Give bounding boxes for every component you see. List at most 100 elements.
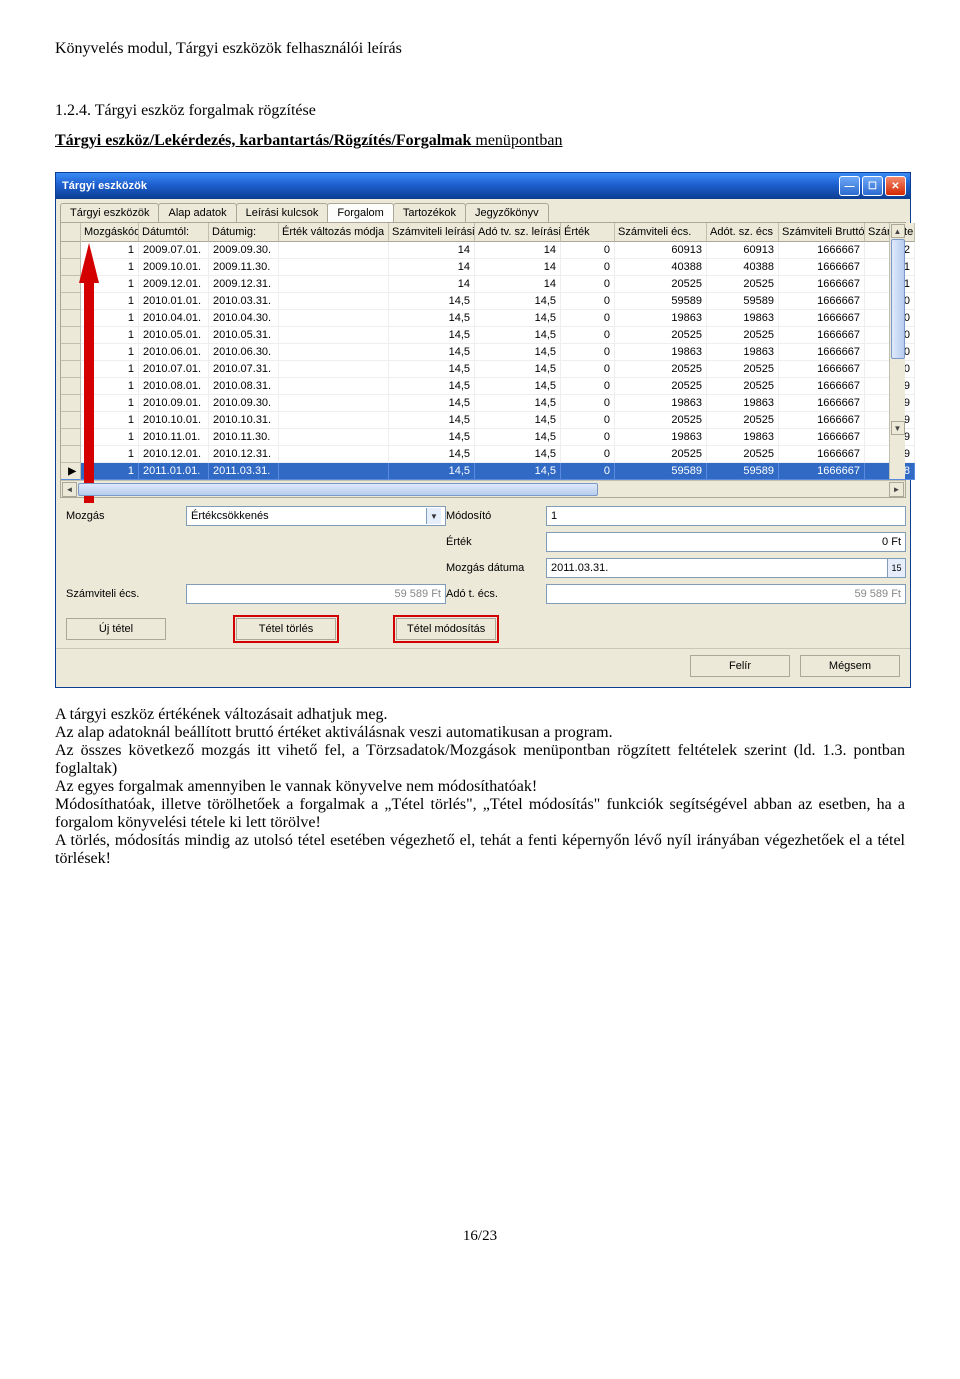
grid-cell: 60913 <box>707 242 779 259</box>
scroll-v-thumb[interactable] <box>891 239 905 359</box>
table-row[interactable]: 12009.12.01.2009.12.31.14140205252052516… <box>61 276 905 293</box>
horizontal-scrollbar[interactable]: ◄ ► <box>61 480 905 497</box>
close-button[interactable]: ✕ <box>885 176 906 196</box>
body-p1: A tárgyi eszköz értékének változásait ad… <box>55 706 905 724</box>
section-menu-path: Tárgyi eszköz/Lekérdezés, karbantartás/R… <box>55 132 905 150</box>
grid-cell: 20525 <box>707 378 779 395</box>
grid-col-header[interactable]: Mozgáskód <box>81 223 139 242</box>
table-row[interactable]: 12009.10.01.2009.11.30.14140403884038816… <box>61 259 905 276</box>
grid-cell <box>279 361 389 378</box>
grid-cell: 1666667 <box>779 361 865 378</box>
titlebar[interactable]: Tárgyi eszközök — ☐ ✕ <box>56 173 910 199</box>
table-row[interactable]: ▶12011.01.01.2011.03.31.14,514,505958959… <box>61 463 905 480</box>
scroll-left-button[interactable]: ◄ <box>62 482 77 497</box>
modify-item-button[interactable]: Tétel módosítás <box>396 618 496 640</box>
table-row[interactable]: 12010.10.01.2010.10.31.14,514,5020525205… <box>61 412 905 429</box>
table-row[interactable]: 12010.11.01.2010.11.30.14,514,5019863198… <box>61 429 905 446</box>
write-button[interactable]: Felír <box>690 655 790 677</box>
ertek-input[interactable]: 0 Ft <box>546 532 906 552</box>
grid-cell: 14,5 <box>475 378 561 395</box>
grid-cell: 2009.10.01. <box>139 259 209 276</box>
grid-cell <box>61 412 81 429</box>
grid-cell: 0 <box>561 344 615 361</box>
grid-col-header[interactable]: Dátumtól: <box>139 223 209 242</box>
grid-cell: 2010.08.31. <box>209 378 279 395</box>
data-grid[interactable]: MozgáskódDátumtól:Dátumig:Érték változás… <box>60 222 906 498</box>
grid-col-header[interactable]: Dátumig: <box>209 223 279 242</box>
grid-col-header[interactable]: Adó tv. sz. leírási % <box>475 223 561 242</box>
grid-cell <box>279 242 389 259</box>
grid-cell <box>279 327 389 344</box>
grid-cell: 14 <box>389 276 475 293</box>
table-row[interactable]: 12010.07.01.2010.07.31.14,514,5020525205… <box>61 361 905 378</box>
section-menu-path-bold: Tárgyi eszköz/Lekérdezés, karbantartás/R… <box>55 132 471 149</box>
action-button-row: Új tétel Tétel törlés Tétel módosítás <box>56 614 910 648</box>
adot-ecs-value: 59 589 Ft <box>551 588 901 600</box>
grid-cell: 40388 <box>615 259 707 276</box>
grid-cell: 2010.04.01. <box>139 310 209 327</box>
grid-cell: 0 <box>561 327 615 344</box>
grid-col-header[interactable]: Érték <box>561 223 615 242</box>
table-row[interactable]: 12010.08.01.2010.08.31.14,514,5020525205… <box>61 378 905 395</box>
grid-cell <box>279 259 389 276</box>
cancel-button[interactable]: Mégsem <box>800 655 900 677</box>
grid-col-header[interactable]: Számviteli Bruttó <box>779 223 865 242</box>
grid-cell: 19863 <box>707 344 779 361</box>
table-row[interactable]: 12009.07.01.2009.09.30.14140609136091316… <box>61 242 905 259</box>
grid-cell: 1666667 <box>779 378 865 395</box>
grid-col-header[interactable]: Számviteli écs. <box>615 223 707 242</box>
table-row[interactable]: 12010.04.01.2010.04.30.14,514,5019863198… <box>61 310 905 327</box>
grid-cell <box>61 259 81 276</box>
vertical-scrollbar[interactable]: ▲ ▼ <box>889 223 905 479</box>
grid-cell: 0 <box>561 259 615 276</box>
body-p2: Az alap adatoknál beállított bruttó érté… <box>55 724 905 742</box>
table-row[interactable]: 12010.01.01.2010.03.31.14,514,5059589595… <box>61 293 905 310</box>
delete-item-button[interactable]: Tétel törlés <box>236 618 336 640</box>
table-row[interactable]: 12010.09.01.2010.09.30.14,514,5019863198… <box>61 395 905 412</box>
grid-cell: 2010.03.31. <box>209 293 279 310</box>
tab-jegyzokonyv[interactable]: Jegyzőkönyv <box>465 203 549 222</box>
maximize-button[interactable]: ☐ <box>862 176 883 196</box>
grid-cell: 1 <box>81 429 139 446</box>
szamviteli-ecs-input: 59 589 Ft <box>186 584 446 604</box>
calendar-icon[interactable]: 15 <box>888 558 906 578</box>
grid-cell: 14,5 <box>475 293 561 310</box>
grid-cell: 2011.01.01. <box>139 463 209 480</box>
tab-tartozekok[interactable]: Tartozékok <box>393 203 466 222</box>
grid-cell <box>279 344 389 361</box>
grid-col-header[interactable]: Érték változás módja <box>279 223 389 242</box>
mozgasdatum-input[interactable]: 2011.03.31. 15 <box>546 558 906 578</box>
grid-cell: 2010.06.30. <box>209 344 279 361</box>
tab-alap-adatok[interactable]: Alap adatok <box>158 203 236 222</box>
modosito-input[interactable]: 1 <box>546 506 906 526</box>
grid-cell <box>61 446 81 463</box>
grid-cell: 1 <box>81 412 139 429</box>
grid-cell: 2010.12.31. <box>209 446 279 463</box>
new-item-button[interactable]: Új tétel <box>66 618 166 640</box>
tab-targyi-eszkozok[interactable]: Tárgyi eszközök <box>60 203 159 222</box>
tab-leirasi-kulcsok[interactable]: Leírási kulcsok <box>236 203 329 222</box>
mozgas-combo[interactable]: Értékcsökkenés ▼ <box>186 506 446 526</box>
scroll-down-button[interactable]: ▼ <box>891 421 905 435</box>
grid-col-header[interactable]: Adót. sz. écs <box>707 223 779 242</box>
tab-forgalom[interactable]: Forgalom <box>327 203 393 222</box>
grid-cell: 59589 <box>615 463 707 480</box>
close-icon: ✕ <box>891 181 899 192</box>
table-row[interactable]: 12010.06.01.2010.06.30.14,514,5019863198… <box>61 344 905 361</box>
grid-col-header[interactable]: Számviteli leírási % <box>389 223 475 242</box>
grid-cell: 19863 <box>615 395 707 412</box>
minimize-button[interactable]: — <box>839 176 860 196</box>
app-window: Tárgyi eszközök — ☐ ✕ Tárgyi eszközök Al… <box>55 172 911 688</box>
szamviteli-ecs-value: 59 589 Ft <box>191 588 441 600</box>
confirm-button-row: Felír Mégsem <box>56 648 910 687</box>
grid-cell: 14,5 <box>475 412 561 429</box>
grid-cell: 40388 <box>707 259 779 276</box>
scroll-up-button[interactable]: ▲ <box>891 224 905 238</box>
scroll-h-thumb[interactable] <box>78 483 598 496</box>
scroll-right-button[interactable]: ► <box>889 482 904 497</box>
table-row[interactable]: 12010.12.01.2010.12.31.14,514,5020525205… <box>61 446 905 463</box>
grid-cell: 20525 <box>707 412 779 429</box>
grid-cell: 20525 <box>615 276 707 293</box>
grid-col-header[interactable] <box>61 223 81 242</box>
table-row[interactable]: 12010.05.01.2010.05.31.14,514,5020525205… <box>61 327 905 344</box>
